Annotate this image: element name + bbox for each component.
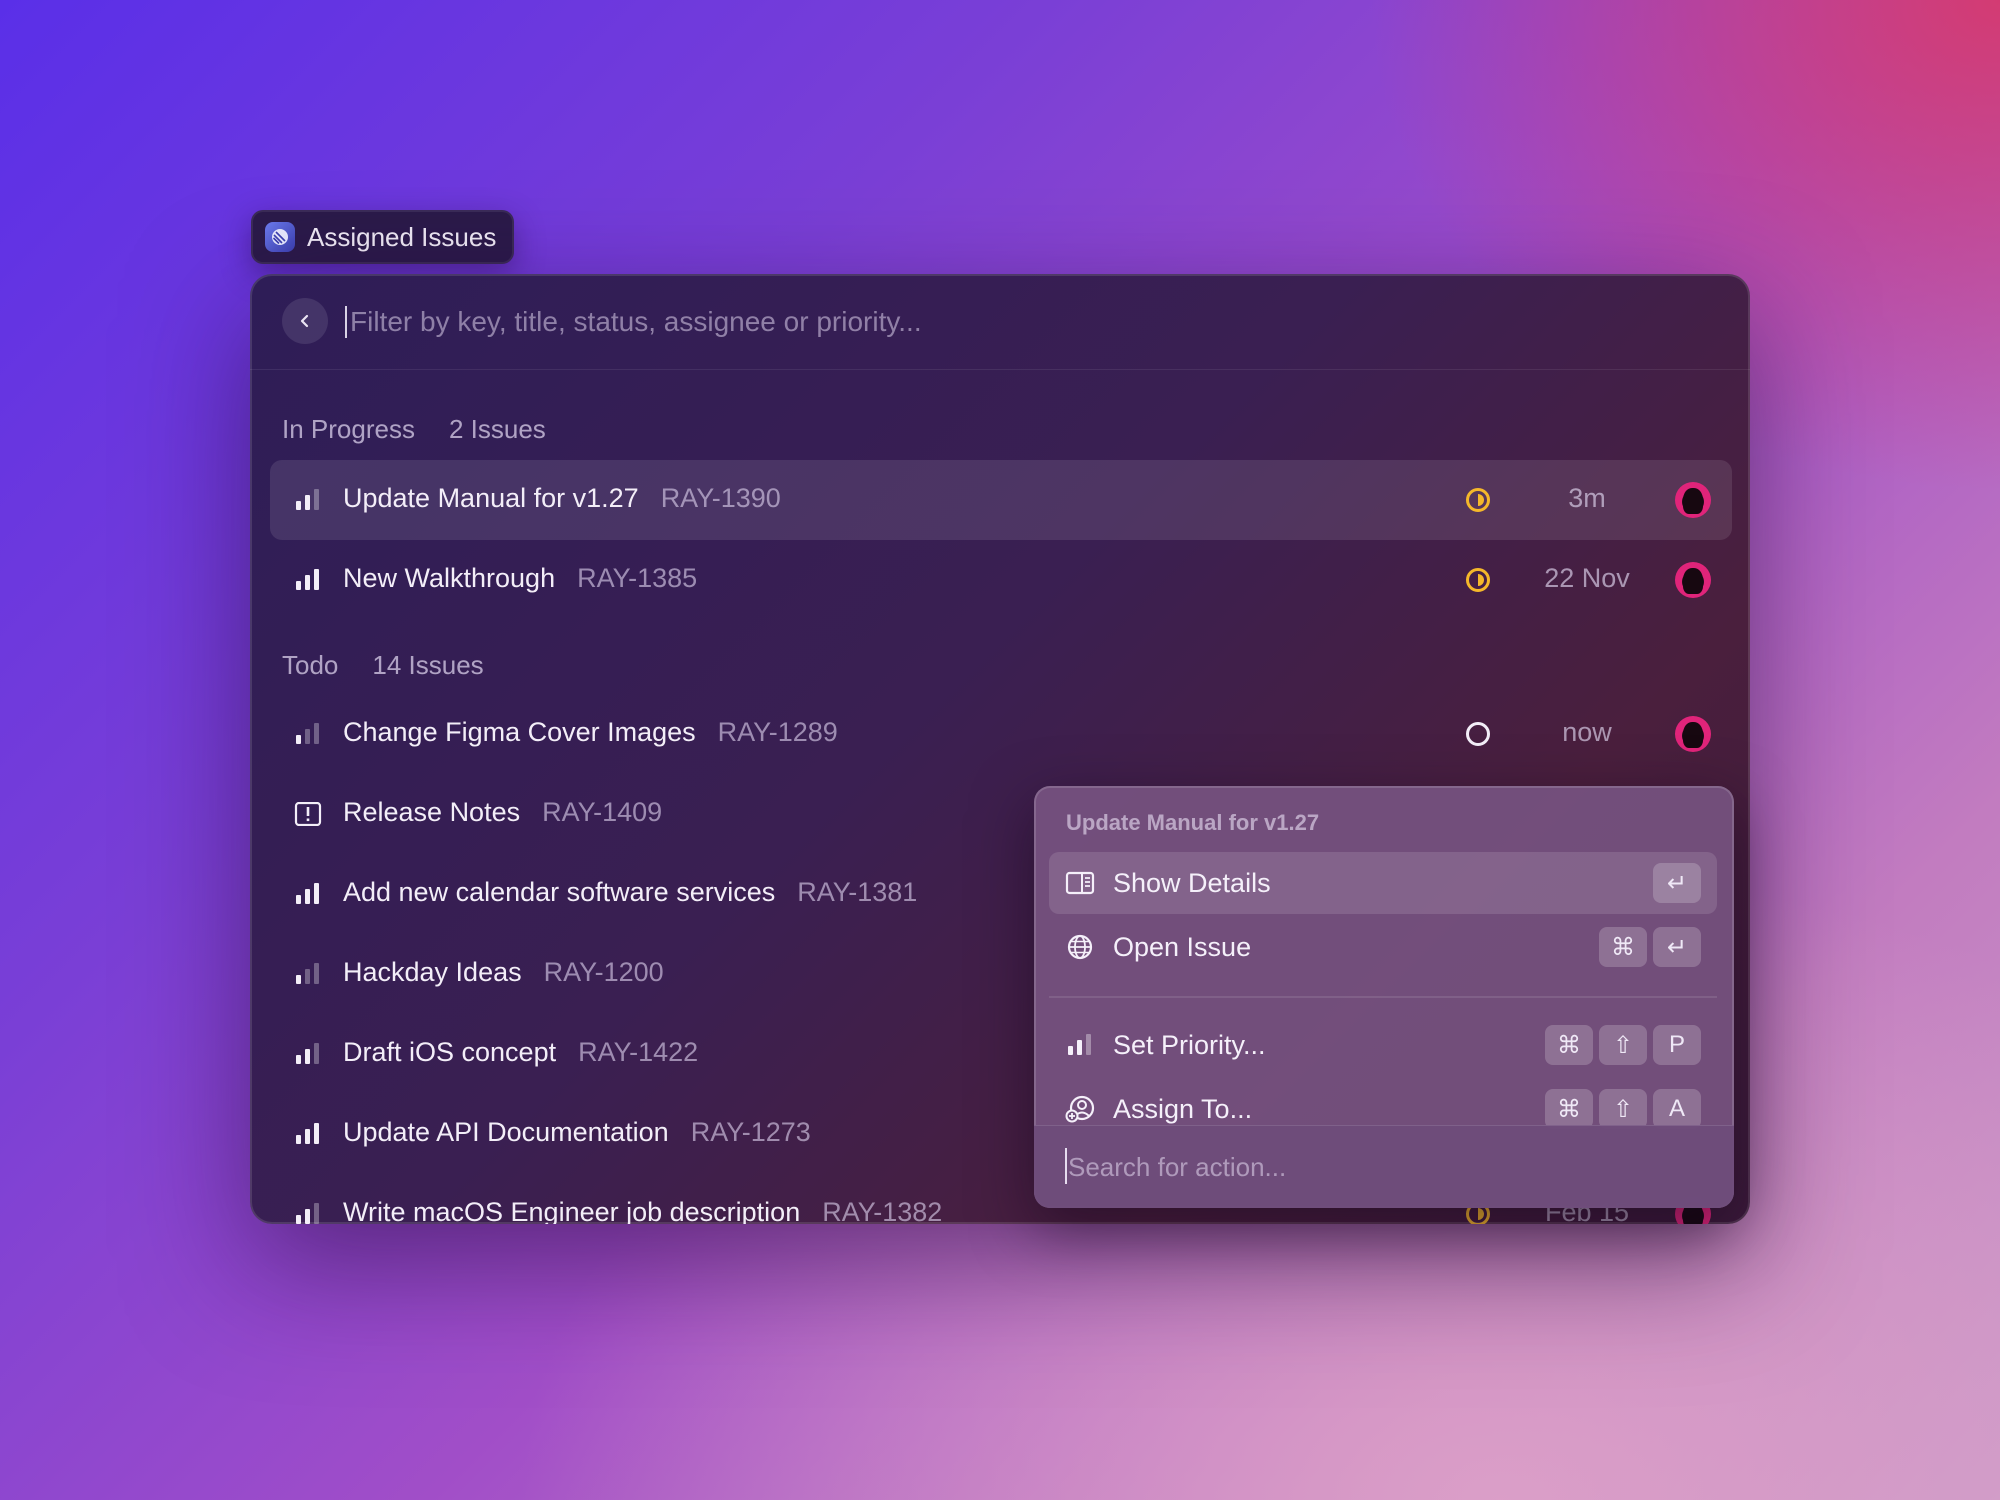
priority-high-icon — [296, 1203, 319, 1224]
key-return: ↵ — [1653, 863, 1701, 903]
priority-urgent-high-icon — [296, 569, 319, 590]
issue-title: Write macOS Engineer job description — [343, 1197, 801, 1224]
issue-title: Change Figma Cover Images — [343, 717, 696, 747]
command-tab[interactable]: Assigned Issues — [251, 210, 515, 264]
search-bar — [250, 274, 1750, 370]
text-caret — [345, 306, 347, 338]
assignee-avatar — [1675, 562, 1711, 598]
issue-title: Update API Documentation — [343, 1117, 669, 1147]
issue-key: RAY-1273 — [690, 1117, 811, 1147]
issue-row[interactable]: New Walkthrough RAY-1385 22 Nov — [270, 540, 1732, 620]
shortcut: ⌘ ⇧ A — [1545, 1089, 1701, 1129]
in-progress-status-icon — [1466, 488, 1490, 512]
action-search-bar — [1034, 1125, 1734, 1208]
action-open-issue[interactable]: Open Issue ⌘ ↵ — [1049, 916, 1717, 978]
globe-icon — [1067, 934, 1093, 960]
back-button[interactable] — [282, 298, 328, 344]
issue-key: RAY-1390 — [660, 483, 781, 513]
action-label: Show Details — [1113, 868, 1271, 898]
section-name: Todo — [282, 650, 339, 680]
action-label: Assign To... — [1113, 1094, 1253, 1124]
todo-status-icon — [1466, 722, 1490, 746]
section-header-todo: Todo 14 Issues — [282, 650, 484, 681]
action-panel-title: Update Manual for v1.27 — [1066, 810, 1320, 835]
issue-title: Hackday Ideas — [343, 957, 522, 987]
key-p: P — [1653, 1025, 1701, 1065]
issue-key: RAY-1289 — [717, 717, 838, 747]
shortcut: ⌘ ↵ — [1599, 927, 1701, 967]
issue-title: Add new calendar software services — [343, 877, 776, 907]
assignee-avatar — [1675, 482, 1711, 518]
issue-key: RAY-1200 — [543, 957, 664, 987]
issue-title: Draft iOS concept — [343, 1037, 557, 1067]
chevron-left-icon — [300, 314, 309, 328]
priority-high-icon — [296, 489, 319, 510]
issue-key: RAY-1382 — [822, 1197, 943, 1224]
priority-urgent-icon — [294, 802, 322, 826]
priority-low-icon — [296, 963, 319, 984]
priority-low-icon — [296, 723, 319, 744]
in-progress-status-icon — [1466, 568, 1490, 592]
priority-high-icon — [296, 1043, 319, 1064]
divider — [1049, 996, 1717, 998]
issue-key: RAY-1422 — [578, 1037, 699, 1067]
action-search-input[interactable] — [1066, 1142, 1690, 1192]
tab-title: Assigned Issues — [307, 221, 497, 252]
issue-updated: 22 Nov — [1544, 563, 1630, 593]
priority-urgent-high-icon — [296, 1123, 319, 1144]
section-name: In Progress — [282, 414, 415, 444]
linear-logo-icon — [265, 222, 295, 252]
issue-row[interactable]: Update Manual for v1.27 RAY-1390 3m — [270, 460, 1732, 540]
section-count: 2 Issues — [448, 414, 546, 444]
shortcut: ⌘ ⇧ P — [1545, 1025, 1701, 1065]
issue-updated: now — [1562, 717, 1612, 747]
priority-bars-icon — [1068, 1034, 1091, 1055]
action-set-priority[interactable]: Set Priority... ⌘ ⇧ P — [1049, 1014, 1717, 1076]
issue-updated: 3m — [1568, 483, 1606, 513]
sidebar-panel-icon — [1065, 871, 1095, 895]
action-label: Set Priority... — [1113, 1030, 1266, 1060]
section-header-in-progress: In Progress 2 Issues — [282, 414, 546, 445]
issue-key: RAY-1385 — [577, 563, 698, 593]
issue-key: RAY-1409 — [542, 797, 663, 827]
issue-title: New Walkthrough — [343, 563, 556, 593]
issue-title: Update Manual for v1.27 — [343, 483, 639, 513]
shortcut: ↵ — [1653, 863, 1701, 903]
issue-key: RAY-1381 — [797, 877, 918, 907]
key-command: ⌘ — [1545, 1025, 1593, 1065]
key-a: A — [1653, 1089, 1701, 1129]
issue-row[interactable]: Change Figma Cover Images RAY-1289 now — [270, 694, 1732, 774]
key-command: ⌘ — [1599, 927, 1647, 967]
assign-user-icon — [1065, 1095, 1095, 1123]
key-shift: ⇧ — [1599, 1089, 1647, 1129]
issue-title: Release Notes — [343, 797, 521, 827]
action-label: Open Issue — [1113, 932, 1252, 962]
priority-urgent-high-icon — [296, 883, 319, 904]
action-show-details[interactable]: Show Details ↵ — [1049, 852, 1717, 914]
filter-input[interactable] — [348, 296, 1652, 348]
key-shift: ⇧ — [1599, 1025, 1647, 1065]
action-panel: Update Manual for v1.27 Show Details ↵ O… — [1034, 786, 1734, 1208]
section-count: 14 Issues — [372, 650, 484, 680]
assignee-avatar — [1675, 716, 1711, 752]
key-return: ↵ — [1653, 927, 1701, 967]
key-command: ⌘ — [1545, 1089, 1593, 1129]
